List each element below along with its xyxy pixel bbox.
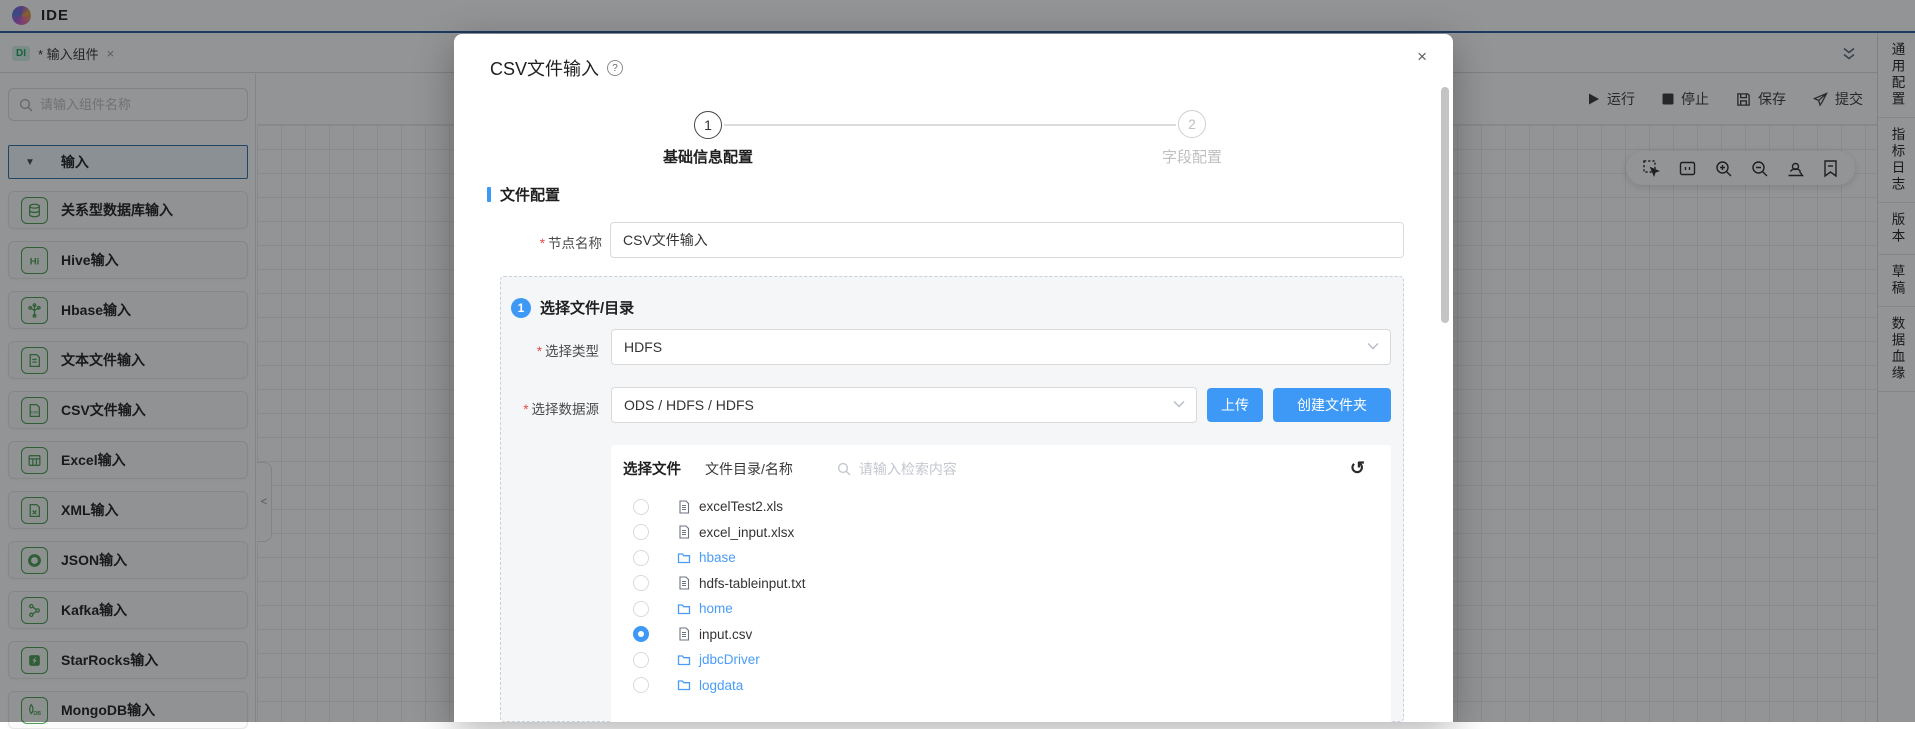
radio-unchecked[interactable] [633, 575, 649, 591]
folder-row[interactable]: home [633, 596, 1391, 622]
panel-step-badge: 1 [511, 298, 531, 318]
modal-scrollbar[interactable] [1441, 87, 1449, 323]
section-bar [487, 187, 491, 202]
step-2-label: 字段配置 [1082, 146, 1302, 167]
select-file-panel: 1 选择文件/目录 *选择类型 HDFS *选择数据源 ODS / HDFS /… [500, 276, 1404, 722]
picker-column-header: 文件目录/名称 [705, 459, 793, 479]
type-label: *选择类型 [501, 340, 599, 360]
step-connector [724, 124, 1176, 126]
folder-row[interactable]: hbase [633, 545, 1391, 571]
file-config-section: 文件配置 [487, 184, 560, 205]
radio-unchecked[interactable] [633, 499, 649, 515]
folder-icon [677, 551, 691, 565]
folder-row[interactable]: jdbcDriver [633, 647, 1391, 673]
picker-search-input[interactable] [859, 461, 1159, 477]
chevron-down-icon [1173, 400, 1185, 408]
radio-unchecked[interactable] [633, 652, 649, 668]
radio-unchecked[interactable] [633, 601, 649, 617]
file-row[interactable]: hdfs-tableinput.txt [633, 571, 1391, 597]
folder-icon [677, 602, 691, 616]
file-icon [677, 525, 691, 539]
required-asterisk: * [540, 236, 545, 251]
panel-title: 选择文件/目录 [540, 297, 634, 318]
file-row-selected[interactable]: input.csv [633, 622, 1391, 648]
folder-icon [677, 653, 691, 667]
upload-button[interactable]: 上传 [1207, 388, 1263, 422]
file-row[interactable]: excel_input.xlsx [633, 520, 1391, 546]
node-name-label: *节点名称 [504, 232, 602, 252]
radio-unchecked[interactable] [633, 550, 649, 566]
file-icon [677, 500, 691, 514]
node-name-input[interactable] [610, 222, 1404, 258]
refresh-icon[interactable]: ↺ [1350, 458, 1365, 479]
file-icon [677, 576, 691, 590]
csv-input-dialog: × CSV文件输入 ? 1 2 基础信息配置 字段配置 文件配置 *节点名称 1… [454, 34, 1453, 722]
file-row[interactable]: excelTest2.xls [633, 494, 1391, 520]
radio-unchecked[interactable] [633, 524, 649, 540]
search-icon [837, 462, 851, 476]
close-icon[interactable]: × [1417, 47, 1427, 67]
help-icon[interactable]: ? [607, 60, 623, 76]
radio-checked[interactable] [633, 626, 649, 642]
folder-icon [677, 678, 691, 692]
file-list: excelTest2.xls excel_input.xlsx hbase hd… [611, 488, 1391, 698]
step-1-label: 基础信息配置 [598, 146, 818, 167]
type-select[interactable]: HDFS [611, 329, 1391, 365]
datasource-label: *选择数据源 [501, 398, 599, 418]
step-2-circle[interactable]: 2 [1178, 110, 1206, 138]
file-picker: 选择文件 文件目录/名称 ↺ excelTest2.xls excel_inp [611, 445, 1391, 722]
chevron-down-icon [1367, 342, 1379, 350]
dialog-title: CSV文件输入 [490, 55, 599, 81]
picker-search[interactable] [837, 461, 1350, 477]
create-folder-button[interactable]: 创建文件夹 [1273, 388, 1391, 422]
picker-title: 选择文件 [623, 458, 681, 479]
datasource-select[interactable]: ODS / HDFS / HDFS [611, 387, 1197, 423]
file-icon [677, 627, 691, 641]
radio-unchecked[interactable] [633, 677, 649, 693]
folder-row[interactable]: logdata [633, 673, 1391, 699]
step-1-circle[interactable]: 1 [694, 111, 722, 139]
